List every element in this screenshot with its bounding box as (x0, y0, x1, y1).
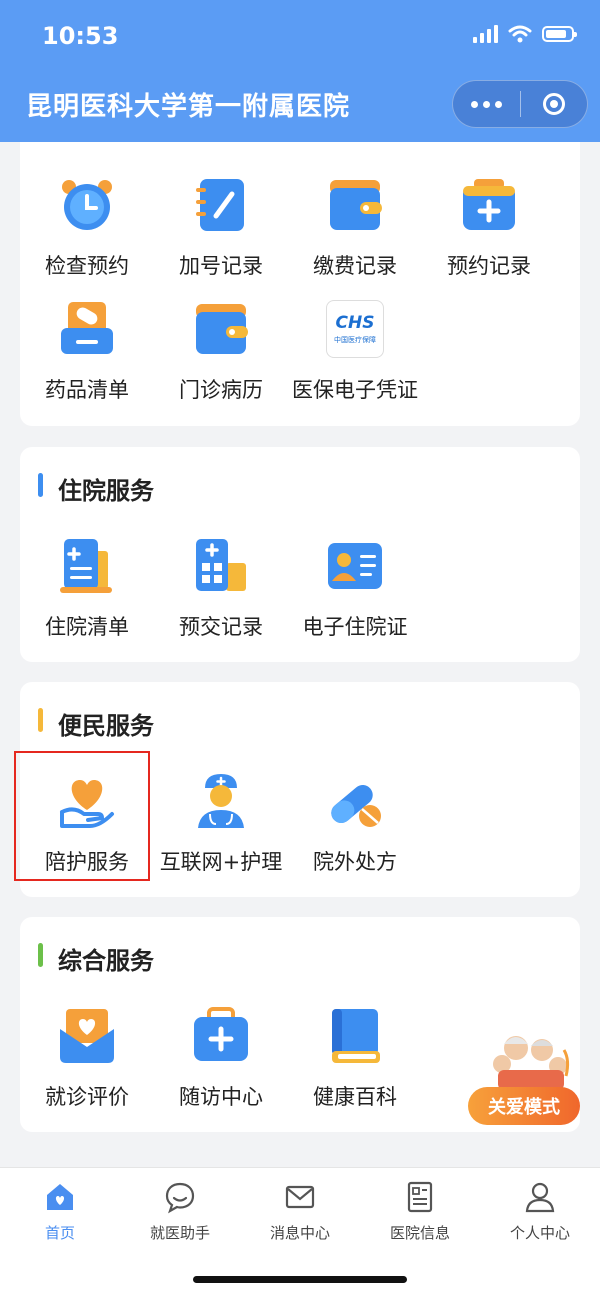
service-health-encyclopedia[interactable]: 健康百科 (288, 1007, 422, 1111)
app-header: 10:53 昆明医科大学第一附属医院 (0, 0, 600, 142)
envelope-icon (283, 1180, 317, 1214)
chs-logo-text: CHS (335, 313, 375, 333)
top-services-card: 检查预约 加号记录 缴费记录 预约记录 药品清单 门诊病历 CHS 中国医疗保障… (20, 100, 580, 426)
chat-bubble-icon (163, 1180, 197, 1214)
home-icon (43, 1180, 77, 1214)
record-folder-icon (192, 300, 250, 358)
service-outpatient-records[interactable]: 门诊病历 (154, 300, 288, 404)
service-label: 预约记录 (447, 254, 531, 278)
bill-icon (58, 537, 116, 595)
service-label: 药品清单 (45, 378, 129, 402)
hospital-building-icon (192, 537, 250, 595)
service-label: 电子住院证 (302, 615, 408, 639)
notebook-icon (192, 176, 250, 234)
heart-envelope-icon (58, 1007, 116, 1065)
service-inpatient-bill[interactable]: 住院清单 (20, 537, 154, 641)
wallet-icon (326, 176, 384, 234)
care-mode-button[interactable]: 关爱模式 (468, 1087, 580, 1125)
tab-label: 医院信息 (389, 1224, 450, 1242)
tab-personal-center[interactable]: 个人中心 (480, 1180, 600, 1243)
section-title-bar (38, 708, 43, 732)
service-label: 医保电子凭证 (292, 378, 418, 402)
inpatient-services-card: 住院服务 住院清单 预交记录 电子住院证 (20, 447, 580, 662)
home-indicator (193, 1276, 407, 1283)
tab-label: 消息中心 (269, 1224, 330, 1242)
service-label: 缴费记录 (313, 254, 397, 278)
more-button[interactable] (453, 81, 520, 127)
chs-logo-sub: 中国医疗保障 (334, 336, 376, 344)
service-prepaid-records[interactable]: 预交记录 (154, 537, 288, 641)
elderly-people-illustration (493, 1036, 570, 1090)
service-label: 互联网+护理 (159, 850, 283, 874)
id-card-icon (326, 537, 384, 595)
tab-label: 就医助手 (149, 1224, 210, 1242)
pill-box-icon (58, 300, 116, 358)
service-visit-evaluation[interactable]: 就诊评价 (20, 1007, 154, 1111)
service-label: 预交记录 (179, 615, 263, 639)
status-time: 10:53 (42, 22, 119, 50)
service-external-prescription[interactable]: 院外处方 (288, 772, 422, 876)
section-title: 便民服务 (58, 712, 154, 740)
target-icon (542, 93, 565, 115)
tab-hospital-info[interactable]: 医院信息 (360, 1180, 480, 1243)
selection-highlight (14, 751, 150, 881)
tab-message-center[interactable]: 消息中心 (240, 1180, 360, 1243)
alarm-clock-icon (58, 176, 116, 234)
doctor-icon (192, 772, 250, 830)
user-icon (523, 1180, 557, 1214)
service-add-number-records[interactable]: 加号记录 (154, 176, 288, 280)
first-aid-kit-icon (192, 1007, 250, 1065)
service-appointment-records[interactable]: 预约记录 (422, 176, 556, 280)
page-title: 昆明医科大学第一附属医院 (26, 92, 351, 122)
service-e-hospitalization-card[interactable]: 电子住院证 (288, 537, 422, 641)
service-exam-appointment[interactable]: 检查预约 (20, 176, 154, 280)
service-label: 加号记录 (179, 254, 263, 278)
service-medical-insurance-voucher[interactable]: CHS 中国医疗保障 医保电子凭证 (288, 300, 422, 404)
service-label: 门诊病历 (179, 378, 263, 402)
tab-label: 首页 (44, 1224, 75, 1242)
service-label: 随访中心 (179, 1085, 263, 1109)
service-label: 检查预约 (45, 254, 129, 278)
section-title: 住院服务 (58, 477, 154, 505)
service-payment-records[interactable]: 缴费记录 (288, 176, 422, 280)
wifi-icon (508, 25, 532, 43)
service-label: 住院清单 (45, 615, 129, 639)
section-title: 综合服务 (58, 947, 154, 975)
close-miniprogram-button[interactable] (521, 81, 588, 127)
more-dots-icon (470, 100, 502, 108)
signal-icon (473, 25, 498, 43)
service-internet-nursing[interactable]: 互联网+护理 (154, 772, 288, 876)
service-label: 健康百科 (313, 1085, 397, 1109)
capsule-icon (326, 772, 384, 830)
section-title-bar (38, 473, 43, 497)
miniprogram-capsule (452, 80, 588, 128)
service-label: 院外处方 (313, 850, 397, 874)
tab-label: 个人中心 (509, 1224, 570, 1242)
service-follow-up-center[interactable]: 随访中心 (154, 1007, 288, 1111)
service-drug-list[interactable]: 药品清单 (20, 300, 154, 404)
service-label: 就诊评价 (45, 1085, 129, 1109)
document-icon (403, 1180, 437, 1214)
tab-medical-assistant[interactable]: 就医助手 (120, 1180, 240, 1243)
medical-kit-icon (460, 176, 518, 234)
section-title-bar (38, 943, 43, 967)
chs-logo-icon: CHS 中国医疗保障 (326, 300, 384, 358)
status-icons (473, 25, 577, 43)
book-icon (326, 1007, 384, 1065)
battery-icon (542, 26, 577, 42)
tab-home[interactable]: 首页 (0, 1180, 120, 1243)
